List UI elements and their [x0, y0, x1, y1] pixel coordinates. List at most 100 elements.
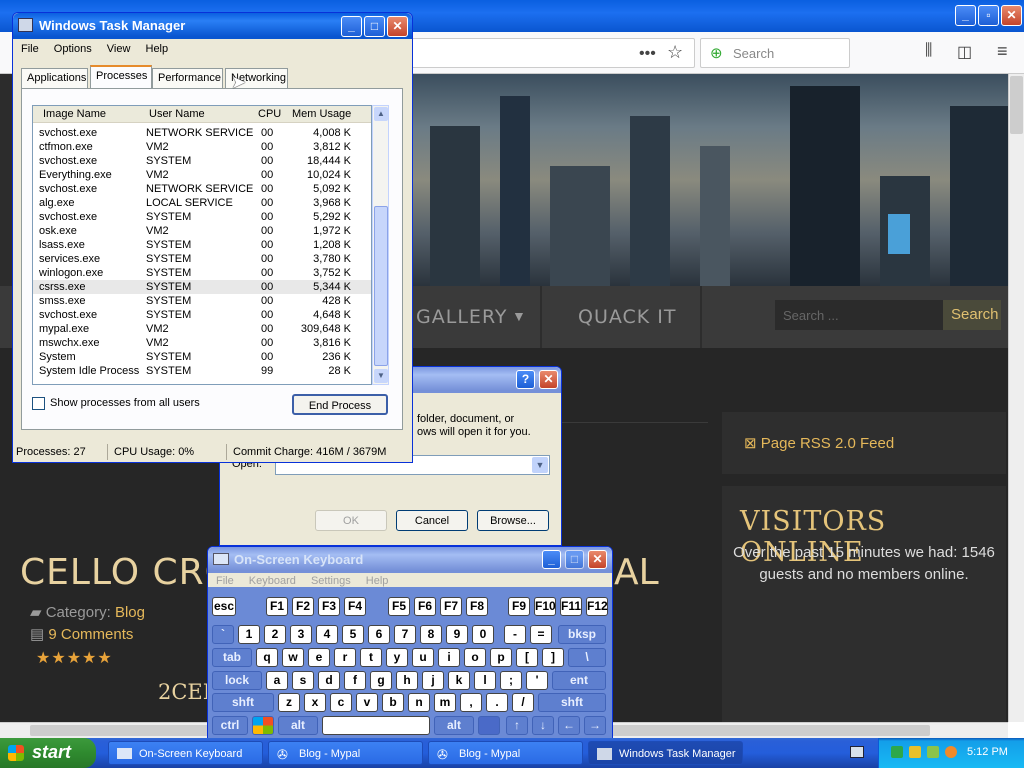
col-image-name[interactable]: Image Name	[43, 108, 106, 120]
rss-label[interactable]: Page RSS 2.0 Feed	[761, 435, 894, 452]
key-m[interactable]: m	[434, 693, 456, 712]
key-e[interactable]: e	[308, 648, 330, 667]
key-s[interactable]: s	[292, 671, 314, 690]
key-y[interactable]: y	[386, 648, 408, 667]
category-link[interactable]: Blog	[115, 604, 145, 621]
table-row[interactable]: lsass.exe SYSTEM 00 1,208 K	[33, 238, 371, 252]
key-alt[interactable]: alt	[278, 716, 318, 735]
key-ent[interactable]: ent	[552, 671, 606, 690]
key-r[interactable]: r	[334, 648, 356, 667]
key-x96[interactable]: `	[212, 625, 234, 644]
key-F11[interactable]: F11	[560, 597, 582, 616]
library-icon[interactable]: ⫼	[925, 42, 932, 60]
table-row[interactable]: svchost.exe SYSTEM 00 5,292 K	[33, 210, 371, 224]
key-9[interactable]: 9	[446, 625, 468, 644]
process-list[interactable]: Image Name User Name CPU Mem Usage svcho…	[32, 105, 372, 385]
key-w[interactable]: w	[282, 648, 304, 667]
menu-help[interactable]: Help	[146, 43, 169, 55]
key-x[interactable]: x	[304, 693, 326, 712]
menu-icon[interactable]: ≡	[997, 41, 1008, 62]
clock[interactable]: 5:12 PM	[967, 746, 1008, 758]
key-x8592[interactable]: ←	[558, 716, 580, 735]
key-F8[interactable]: F8	[466, 597, 488, 616]
key-F6[interactable]: F6	[414, 597, 436, 616]
browser-search-input[interactable]: ⊕ Search	[700, 38, 850, 68]
osk-menu-help[interactable]: Help	[366, 575, 389, 587]
key-F10[interactable]: F10	[534, 597, 556, 616]
key-q[interactable]: q	[256, 648, 278, 667]
key-l[interactable]: l	[474, 671, 496, 690]
key-4[interactable]: 4	[316, 625, 338, 644]
key-b[interactable]: b	[382, 693, 404, 712]
key-h[interactable]: h	[396, 671, 418, 690]
security-shield-icon[interactable]	[909, 746, 921, 758]
help-button[interactable]: ?	[516, 370, 535, 389]
rating-stars[interactable]: ★★★★★	[36, 648, 113, 668]
comments-count[interactable]: 9 Comments	[48, 626, 133, 643]
url-bar[interactable]: ••• ☆	[410, 38, 695, 68]
maximize-button[interactable]: □	[565, 550, 584, 569]
taskbar-button-mypal-1[interactable]: ✇ Blog - Mypal	[268, 741, 423, 765]
close-button[interactable]: ✕	[387, 16, 408, 37]
table-row[interactable]: System SYSTEM 00 236 K	[33, 350, 371, 364]
key-5[interactable]: 5	[342, 625, 364, 644]
bookmark-star-icon[interactable]: ☆	[667, 42, 683, 63]
key-x39[interactable]: '	[526, 671, 548, 690]
col-user-name[interactable]: User Name	[149, 108, 205, 120]
scroll-thumb[interactable]	[374, 206, 388, 366]
key-bksp[interactable]: bksp	[558, 625, 606, 644]
key-F5[interactable]: F5	[388, 597, 410, 616]
key-menu[interactable]	[478, 716, 500, 735]
key-p[interactable]: p	[490, 648, 512, 667]
table-row[interactable]: svchost.exe NETWORK SERVICE 00 5,092 K	[33, 182, 371, 196]
key-k[interactable]: k	[448, 671, 470, 690]
table-row[interactable]: csrss.exe SYSTEM 00 5,344 K	[33, 280, 371, 294]
table-row[interactable]: winlogon.exe SYSTEM 00 3,752 K	[33, 266, 371, 280]
key-lock[interactable]: lock	[212, 671, 262, 690]
cancel-button[interactable]: Cancel	[396, 510, 468, 531]
key-x8593[interactable]: ↑	[506, 716, 528, 735]
table-row[interactable]: osk.exe VM2 00 1,972 K	[33, 224, 371, 238]
key-x91[interactable]: [	[516, 648, 538, 667]
key-0[interactable]: 0	[472, 625, 494, 644]
key-2[interactable]: 2	[264, 625, 286, 644]
taskmgr-titlebar[interactable]: Windows Task Manager _ □ ✕	[13, 13, 412, 39]
taskbar-button-mypal-2[interactable]: ✇ Blog - Mypal	[428, 741, 583, 765]
key-n[interactable]: n	[408, 693, 430, 712]
key-i[interactable]: i	[438, 648, 460, 667]
table-row[interactable]: alg.exe LOCAL SERVICE 00 3,968 K	[33, 196, 371, 210]
close-button[interactable]: ✕	[1001, 5, 1022, 26]
taskmgr-tray-icon[interactable]	[891, 746, 903, 758]
language-bar-icon[interactable]	[850, 746, 864, 758]
table-row[interactable]: services.exe SYSTEM 00 3,780 K	[33, 252, 371, 266]
table-row[interactable]: ctfmon.exe VM2 00 3,812 K	[33, 140, 371, 154]
key-alt[interactable]: alt	[434, 716, 474, 735]
tab-processes[interactable]: Processes	[90, 65, 152, 89]
key-F1[interactable]: F1	[266, 597, 288, 616]
scroll-thumb[interactable]	[1010, 76, 1023, 134]
key-x8595[interactable]: ↓	[532, 716, 554, 735]
key-o[interactable]: o	[464, 648, 486, 667]
key-x47[interactable]: /	[512, 693, 534, 712]
network-icon[interactable]	[927, 746, 939, 758]
key-u[interactable]: u	[412, 648, 434, 667]
browse-button[interactable]: Browse...	[477, 510, 549, 531]
key-7[interactable]: 7	[394, 625, 416, 644]
key-windows[interactable]	[252, 716, 274, 735]
table-row[interactable]: svchost.exe SYSTEM 00 4,648 K	[33, 308, 371, 322]
osk-menu-settings[interactable]: Settings	[311, 575, 351, 587]
chevron-down-icon[interactable]: ▼	[532, 457, 548, 473]
key-x45[interactable]: -	[504, 625, 526, 644]
show-all-checkbox[interactable]	[32, 397, 45, 410]
key-c[interactable]: c	[330, 693, 352, 712]
minimize-button[interactable]: _	[955, 5, 976, 26]
key-x92[interactable]: \	[568, 648, 606, 667]
key-a[interactable]: a	[266, 671, 288, 690]
table-row[interactable]: svchost.exe SYSTEM 00 18,444 K	[33, 154, 371, 168]
close-button[interactable]: ✕	[539, 370, 558, 389]
key-ctrl[interactable]: ctrl	[212, 716, 248, 735]
minimize-button[interactable]: _	[341, 16, 362, 37]
post-title-tail[interactable]: AL	[614, 552, 659, 593]
key-z[interactable]: z	[278, 693, 300, 712]
taskbar-button-taskmgr[interactable]: Windows Task Manager	[588, 741, 743, 765]
